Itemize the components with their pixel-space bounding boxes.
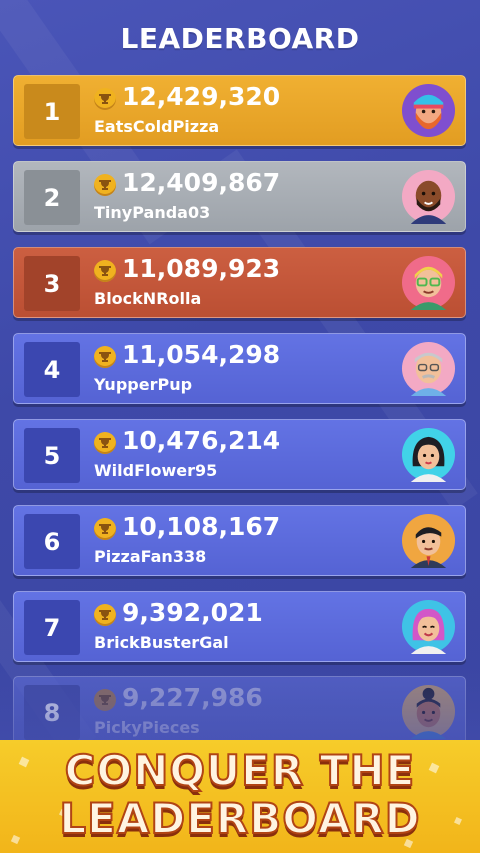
rank-badge: 2 xyxy=(24,170,80,225)
trophy-icon xyxy=(94,260,116,282)
score-value: 12,429,320 xyxy=(122,82,281,111)
avatar-man-bun-icon xyxy=(401,684,456,739)
avatar-bald-bearded-man-icon xyxy=(401,169,456,224)
rank-badge: 4 xyxy=(24,342,80,397)
avatar-pink-hair-woman-icon xyxy=(401,599,456,654)
score-value: 12,409,867 xyxy=(122,168,281,197)
trophy-icon xyxy=(94,689,116,711)
promo-banner: CONQUER THE LEADERBOARD xyxy=(0,740,480,853)
leaderboard-row-1[interactable]: 1 12,429,320 EatsColdPizza xyxy=(13,75,466,146)
leaderboard-row-4[interactable]: 4 11,054,298 YupperPup xyxy=(13,333,466,404)
trophy-icon xyxy=(94,518,116,540)
player-name: PickyPieces xyxy=(94,718,200,737)
leaderboard-row-5[interactable]: 5 10,476,214 WildFlower95 xyxy=(13,419,466,490)
trophy-icon xyxy=(94,346,116,368)
score-value: 10,108,167 xyxy=(122,512,281,541)
score-value: 11,054,298 xyxy=(122,340,281,369)
page-title: LEADERBOARD xyxy=(120,22,360,55)
rank-badge: 3 xyxy=(24,256,80,311)
leaderboard-row-7[interactable]: 7 9,392,021 BrickBusterGal xyxy=(13,591,466,662)
player-name: WildFlower95 xyxy=(94,461,218,480)
trophy-icon xyxy=(94,174,116,196)
player-name: BrickBusterGal xyxy=(94,633,229,652)
trophy-icon xyxy=(94,432,116,454)
avatar-man-suit-icon xyxy=(401,513,456,568)
leaderboard-row-2[interactable]: 2 12,409,867 TinyPanda03 xyxy=(13,161,466,232)
rank-badge: 1 xyxy=(24,84,80,139)
banner-headline-line-2: LEADERBOARD xyxy=(58,793,421,844)
trophy-icon xyxy=(94,88,116,110)
player-name: BlockNRolla xyxy=(94,289,202,308)
leaderboard-screen: LEADERBOARD 1 12,429,320 EatsColdPizza 2 xyxy=(0,0,480,853)
player-name: PizzaFan338 xyxy=(94,547,207,566)
player-name: YupperPup xyxy=(94,375,193,394)
score-value: 10,476,214 xyxy=(122,426,281,455)
score-value: 11,089,923 xyxy=(122,254,281,283)
rank-badge: 7 xyxy=(24,600,80,655)
rank-badge: 5 xyxy=(24,428,80,483)
player-name: EatsColdPizza xyxy=(94,117,220,136)
score-value: 9,227,986 xyxy=(122,683,263,712)
trophy-icon xyxy=(94,604,116,626)
avatar-dark-hair-woman-icon xyxy=(401,427,456,482)
avatar-bearded-cap-icon xyxy=(401,83,456,138)
rank-badge: 8 xyxy=(24,685,80,740)
banner-headline-line-1: CONQUER THE xyxy=(64,745,416,796)
leaderboard-row-6[interactable]: 6 10,108,167 PizzaFan338 xyxy=(13,505,466,576)
score-value: 9,392,021 xyxy=(122,598,263,627)
avatar-old-man-glasses-icon xyxy=(401,341,456,396)
rank-badge: 6 xyxy=(24,514,80,569)
leaderboard-row-3[interactable]: 3 11,089,923 BlockNRolla xyxy=(13,247,466,318)
leaderboard-row-8[interactable]: 8 9,227,986 PickyPieces xyxy=(13,676,466,747)
player-name: TinyPanda03 xyxy=(94,203,211,222)
avatar-glasses-blonde-icon xyxy=(401,255,456,310)
